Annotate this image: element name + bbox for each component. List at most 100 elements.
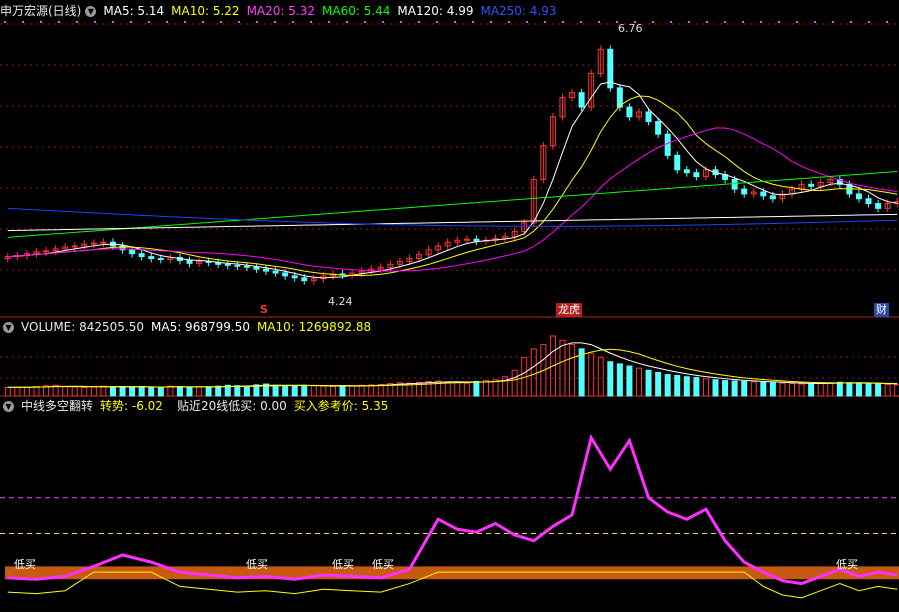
stock-chart-canvas[interactable]	[0, 0, 899, 612]
top-marker-dot	[220, 21, 222, 23]
candle-body	[253, 266, 260, 270]
volume-bar	[769, 382, 776, 397]
top-marker-dot	[184, 21, 186, 23]
volume-bar	[310, 385, 317, 397]
candle-body	[282, 272, 289, 277]
top-marker-dot	[76, 21, 78, 23]
candle-body	[808, 183, 815, 187]
volume-bar	[291, 385, 298, 397]
top-marker-dot	[562, 21, 564, 23]
trend-oscillator-line	[7, 433, 898, 586]
candle-body	[741, 188, 748, 195]
volume-bar	[597, 356, 604, 397]
volume-bar	[884, 383, 891, 397]
top-marker-dot	[238, 21, 240, 23]
candle-body	[674, 154, 681, 171]
buy-signal-label: 低买	[332, 558, 354, 571]
top-marker-dot	[580, 21, 582, 23]
candle-body	[90, 242, 97, 245]
volume-bar	[186, 386, 193, 397]
top-marker-dot	[778, 21, 780, 23]
candle-body	[224, 263, 231, 266]
volume-bar	[196, 386, 203, 397]
volume-bar	[702, 378, 709, 397]
event-tag-lhb[interactable]: 龙虎	[556, 303, 582, 317]
candle-body	[655, 121, 662, 135]
candle-body	[301, 277, 308, 282]
buy-signal-label: 低买	[836, 558, 858, 571]
volume-bar	[176, 386, 183, 397]
volume-bar	[119, 386, 126, 397]
volume-bar	[148, 386, 155, 397]
candle-body	[243, 265, 250, 268]
candle-body	[760, 191, 767, 197]
volume-bar	[167, 385, 174, 397]
volume-bar	[741, 380, 748, 397]
top-marker-dot	[490, 21, 492, 23]
candle-body	[157, 258, 164, 261]
volume-bar	[855, 382, 862, 397]
top-marker-dot	[202, 21, 204, 23]
volume-bar	[760, 381, 767, 397]
chevron-down-icon[interactable]: ▼	[85, 5, 97, 17]
volume-bar	[138, 386, 145, 397]
volume-bar	[798, 383, 805, 397]
volume-bar	[282, 385, 289, 397]
ma120-legend: MA120: 4.99	[397, 4, 474, 18]
volume-bar	[62, 386, 69, 397]
buy-signal-label: 低买	[372, 558, 394, 571]
top-marker-dot	[670, 21, 672, 23]
top-marker-dot	[256, 21, 258, 23]
top-marker-dot	[832, 21, 834, 23]
event-tag-s[interactable]: S	[258, 303, 270, 317]
candle-body	[855, 193, 862, 200]
chevron-down-icon[interactable]: ▼	[3, 400, 14, 412]
ma60-legend: MA60: 5.44	[322, 4, 391, 18]
ma5-line	[7, 81, 898, 279]
buy-signal-label: 低买	[14, 558, 36, 571]
stock-title: 申万宏源(日线)	[0, 4, 82, 18]
top-marker-dot	[418, 21, 420, 23]
top-marker-dot	[688, 21, 690, 23]
candle-body	[148, 256, 155, 260]
volume-ma5-legend: MA5: 968799.50	[151, 320, 250, 334]
candle-body	[645, 111, 652, 123]
top-marker-dot	[544, 21, 546, 23]
ma120-line	[7, 213, 898, 232]
top-marker-dot	[454, 21, 456, 23]
volume-bar	[511, 369, 518, 397]
trend-legend: 转势: -6.02	[100, 399, 163, 413]
candle-body	[463, 238, 470, 241]
event-tag-cai[interactable]: 财	[874, 303, 889, 317]
ma20-legend: MA20: 5.32	[246, 4, 315, 18]
top-marker-dot	[760, 21, 762, 23]
candle-body	[664, 133, 671, 156]
buy-ref-legend: 买入参考价: 5.35	[293, 399, 389, 413]
near20-legend: 贴近20线低买: 0.00	[176, 399, 287, 413]
ma250-line	[7, 207, 898, 227]
volume-bar	[4, 386, 11, 397]
chevron-down-icon[interactable]: ▼	[3, 321, 14, 333]
volume-bar	[712, 379, 719, 397]
volume-bar	[100, 385, 107, 397]
top-marker-dot	[796, 21, 798, 23]
top-marker-dot	[886, 21, 888, 23]
top-marker-dot	[4, 21, 6, 23]
top-marker-dot	[40, 21, 42, 23]
volume-bar	[349, 385, 356, 397]
top-marker-dot	[310, 21, 312, 23]
top-marker-dot	[22, 21, 24, 23]
volume-bar	[454, 381, 461, 397]
volume-bar	[616, 363, 623, 397]
volume-bar	[14, 386, 21, 397]
top-marker-dot	[508, 21, 510, 23]
volume-legend: VOLUME: 842505.50	[21, 320, 144, 334]
volume-bar	[894, 384, 899, 397]
volume-bar	[693, 377, 700, 397]
ma10-legend: MA10: 5.22	[171, 4, 240, 18]
volume-bar	[358, 384, 365, 397]
candle-body	[43, 250, 50, 253]
volume-bar	[23, 386, 30, 397]
volume-ma10-legend: MA10: 1269892.88	[256, 320, 372, 334]
candle-body	[234, 264, 241, 267]
